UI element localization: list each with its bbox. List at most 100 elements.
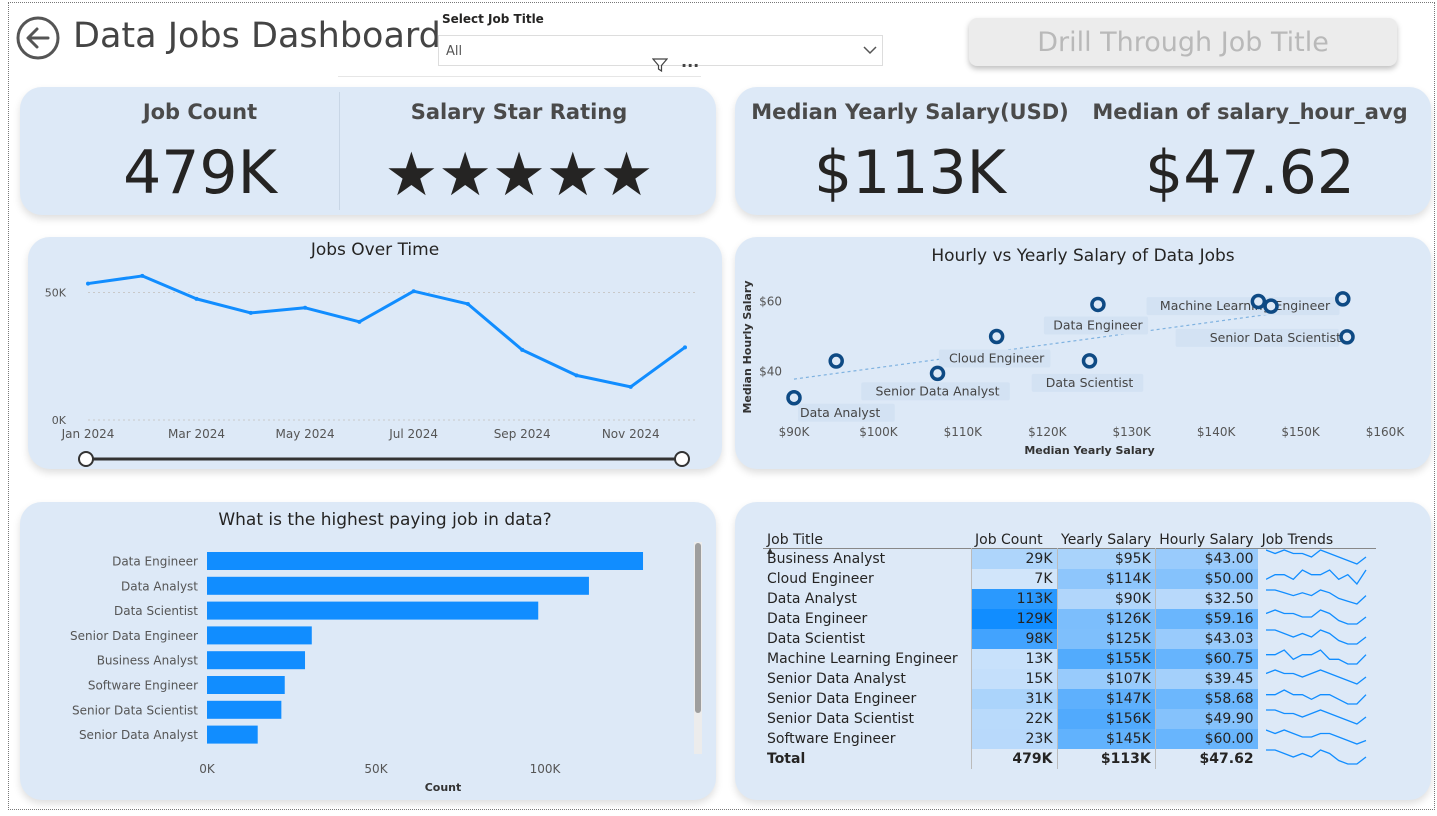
bar-category-label: Senior Data Analyst [79,728,198,742]
line-data-point[interactable] [574,373,579,378]
col-yearly-salary[interactable]: Yearly Salary [1057,520,1155,549]
back-button[interactable] [15,15,61,61]
scatter-point[interactable] [1263,298,1279,314]
cell-job-title[interactable]: Senior Data Analyst [763,669,971,689]
col-job-count[interactable]: Job Count [971,520,1057,549]
scatter-point[interactable] [1090,296,1106,313]
scatter-point[interactable] [1335,291,1351,307]
bar[interactable] [207,576,589,595]
table-header-row: Job Title ▲ Job Count Yearly Salary Hour… [763,520,1376,555]
cell-yearly-salary: $107K [1056,669,1156,689]
line-data-point[interactable] [628,384,633,389]
cell-job-title[interactable]: Machine Learning Engineer [763,649,971,669]
line-data-point[interactable] [248,310,253,315]
scatter-point[interactable] [988,328,1005,345]
scatter-point-label: Data Analyst [800,405,880,420]
bar[interactable] [207,552,644,570]
line-data-point[interactable] [194,296,199,301]
bar-category-label: Senior Data Engineer [70,629,198,643]
cell-yearly-salary: $125K [1056,629,1156,649]
median-hourly-title: Median of salary_hour_avg [1092,100,1408,124]
bar[interactable] [207,725,258,744]
bar-x-tick-label: 100K [530,762,562,776]
cell-job-trend [1258,709,1376,729]
cell-job-title[interactable]: Data Scientist [763,629,971,649]
line-data-point[interactable] [465,301,470,306]
more-options-icon[interactable]: ... [681,52,699,71]
filter-icon[interactable] [652,57,668,73]
scatter-point[interactable] [786,390,802,406]
line-data-point[interactable] [683,345,687,350]
bar[interactable] [207,601,539,620]
cell-job-title[interactable]: Data Analyst [763,589,971,609]
drill-through-button[interactable]: Drill Through Job Title [969,18,1397,66]
slider-start-handle[interactable] [78,451,94,467]
scatter-point-label: Machine Learning Engineer [1160,298,1331,313]
cell-yearly-salary: $126K [1056,609,1156,629]
cell-job-title[interactable]: Total [763,749,971,769]
line-data-point[interactable] [140,273,145,278]
line-data-point[interactable] [411,289,416,294]
scatter-point[interactable] [1339,329,1355,345]
col-hourly-salary[interactable]: Hourly Salary [1155,520,1257,549]
cell-job-title[interactable]: Software Engineer [763,729,971,749]
cell-job-title[interactable]: Business Analyst [763,549,971,570]
cell-job-trend [1258,749,1376,769]
job-trend-sparkline [1265,709,1366,725]
cell-job-title[interactable]: Data Engineer [763,609,971,629]
scatter-point[interactable] [1081,353,1098,369]
col-job-trends[interactable]: Job Trends [1258,520,1376,549]
table-total-row[interactable]: Total 479K $113K $47.62 [763,749,1376,769]
scatter-point[interactable] [929,365,946,382]
table-row[interactable]: Data Engineer 129K $126K $59.16 [763,609,1376,629]
bar[interactable] [207,651,306,670]
cell-hourly-salary: $49.90 [1154,709,1258,729]
cell-hourly-salary: $32.50 [1154,589,1258,609]
line-data-point[interactable] [86,281,90,286]
median-yearly-title: Median Yearly Salary(USD) [751,100,1069,124]
cell-job-title[interactable]: Cloud Engineer [763,569,971,589]
table-row[interactable]: Machine Learning Engineer 13K $155K $60.75 [763,649,1376,669]
job-trend-sparkline [1265,569,1367,586]
line-data-point[interactable] [303,305,308,310]
table-row[interactable]: Software Engineer 23K $145K $60.00 [763,729,1376,749]
chevron-down-icon [863,46,877,55]
cell-job-count: 31K [970,689,1057,709]
jobs-line-series[interactable] [87,274,686,389]
job-trend-sparkline [1265,629,1366,645]
table-row[interactable]: Business Analyst 29K $95K $43.00 [763,548,1376,570]
bar-x-tick-label: 50K [364,762,388,776]
table-row[interactable]: Senior Data Analyst 15K $107K $39.45 [763,669,1376,689]
bar[interactable] [207,626,312,645]
median-hourly-value: $47.62 [1145,138,1355,208]
scatter-point[interactable] [1250,293,1267,310]
cell-job-title[interactable]: Senior Data Engineer [763,689,971,709]
cell-job-title[interactable]: Senior Data Scientist [763,709,971,729]
slider-end-handle[interactable] [674,451,690,467]
cell-job-trend [1258,729,1376,749]
bar[interactable] [207,700,282,719]
cell-job-count: 23K [970,729,1057,749]
highest-paying-job-bar-chart[interactable]: Data Engineer Data Analyst Data Scientist S… [20,502,716,800]
scatter-y-axis-title: Median Hourly Salary [741,280,754,413]
table-row[interactable]: Cloud Engineer 7K $114K $50.00 [763,569,1376,589]
table-row[interactable]: Data Scientist 98K $125K $43.03 [763,629,1376,649]
scatter-point[interactable] [828,353,844,369]
col-job-title[interactable]: Job Title ▲ [763,520,971,555]
slicer-label: Select Job Title [442,12,544,26]
bar-chart-scrollbar-thumb[interactable] [695,543,701,713]
cell-hourly-salary: $60.75 [1154,649,1258,669]
bar[interactable] [207,676,285,694]
hourly-vs-yearly-scatter[interactable]: $90K $100K $110K $120K $130K $140K $150K $160K $… [735,237,1431,469]
table-row[interactable]: Data Analyst 113K $90K $32.50 [763,589,1376,609]
jobs-over-time-chart[interactable]: 0K 50K Jan 2024 Mar 2024 May 2024 Jul 2024 Sep… [28,237,722,469]
scatter-x-tick-label: $150K [1281,425,1321,439]
job-trend-sparkline [1265,689,1367,705]
cell-job-count: 13K [970,649,1057,669]
line-data-point[interactable] [520,347,525,352]
scatter-x-tick-label: $110K [944,425,984,439]
table-row[interactable]: Senior Data Scientist 22K $156K $49.90 [763,709,1376,729]
line-data-point[interactable] [357,319,362,324]
table-row[interactable]: Senior Data Engineer 31K $147K $58.68 [763,689,1376,709]
visual-header-bar [338,76,701,77]
